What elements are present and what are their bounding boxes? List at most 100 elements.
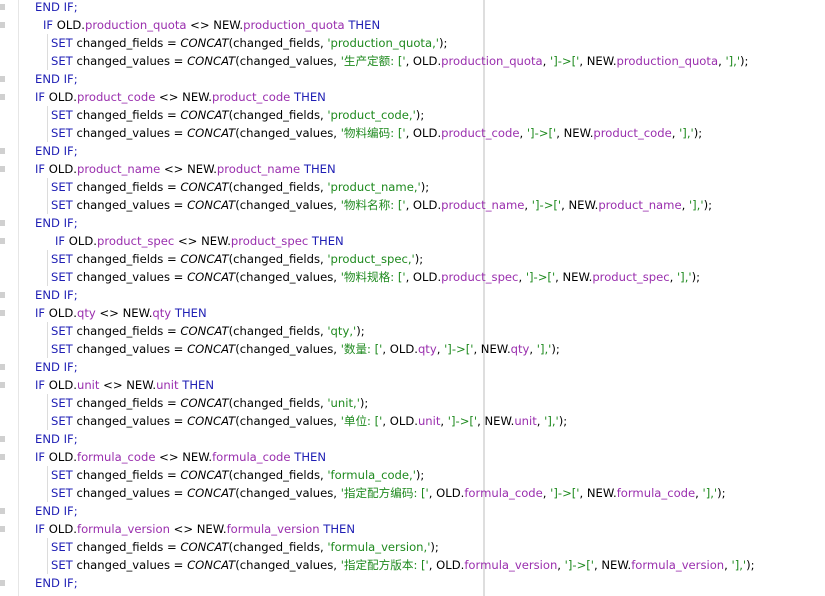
column-name: qty [76,306,96,320]
code-text: OLD. [48,162,77,176]
column-name: product_spec [592,270,670,284]
column-name: product_name [441,198,525,212]
fold-marker-icon[interactable] [0,94,5,100]
code-text: ); [438,36,448,50]
fold-marker-icon[interactable] [0,454,5,460]
code-line[interactable]: END IF; [35,502,78,520]
code-line[interactable]: SET changed_values = CONCAT(changed_valu… [51,340,560,358]
column-name: formula_code [76,450,156,464]
column-name: product_code [441,126,520,140]
code-line[interactable]: SET changed_values = CONCAT(changed_valu… [51,268,700,286]
string-literal: ']->[' [531,198,562,212]
code-text: , [724,558,732,572]
code-line[interactable]: IF OLD.formula_code <> NEW.formula_code … [35,448,326,466]
string-literal: 'production_quota,' [327,36,439,50]
keyword: SET [51,558,77,572]
fold-marker-icon[interactable] [0,148,5,154]
column-name: formula_code [616,486,696,500]
column-name: product_spec [441,270,519,284]
fold-marker-icon[interactable] [0,4,5,10]
code-line[interactable]: END IF; [35,286,78,304]
code-text: ); [558,414,568,428]
code-line[interactable]: IF OLD.qty <> NEW.qty THEN [35,304,207,322]
keyword: END IF; [35,72,78,86]
string-literal: '指定配方版本: [' [340,558,429,572]
code-line[interactable]: SET changed_fields = CONCAT(changed_fiel… [51,250,423,268]
function-name: CONCAT [180,108,229,122]
code-line[interactable]: END IF; [35,574,78,592]
code-line[interactable]: END IF; [35,214,78,232]
fold-marker-icon[interactable] [0,76,5,82]
string-literal: 'formula_code,' [327,468,416,482]
code-text: , [542,54,551,68]
code-line[interactable]: END IF; [35,70,78,88]
fold-marker-icon[interactable] [0,508,5,514]
fold-marker-icon[interactable] [0,364,5,370]
code-line[interactable]: IF OLD.formula_version <> NEW.formula_ve… [35,520,355,538]
string-literal: 'product_name,' [327,180,421,194]
code-line[interactable]: SET changed_values = CONCAT(changed_valu… [51,52,748,70]
code-line[interactable]: IF OLD.product_spec <> NEW.product_spec … [55,232,344,250]
fold-marker-icon[interactable] [0,238,5,244]
code-text: <> NEW. [155,450,213,464]
code-text: (changed_fields, [228,396,328,410]
code-line[interactable]: SET changed_fields = CONCAT(changed_fiel… [51,106,424,124]
code-text: changed_values = [76,198,188,212]
keyword: THEN [178,378,215,392]
column-name: qty [510,342,530,356]
string-literal: '],' [544,414,559,428]
code-line[interactable]: SET changed_values = CONCAT(changed_valu… [51,412,567,430]
fold-marker-icon[interactable] [0,310,5,316]
code-line[interactable]: IF OLD.product_name <> NEW.product_name … [35,160,336,178]
keyword: IF [55,234,69,248]
code-line[interactable]: SET changed_fields = CONCAT(changed_fiel… [51,466,424,484]
fold-marker-icon[interactable] [0,580,5,586]
indent-guide [47,196,48,214]
column-name: production_quota [441,54,543,68]
fold-marker-icon[interactable] [0,166,5,172]
code-line[interactable]: IF OLD.unit <> NEW.unit THEN [35,376,214,394]
indent-guide [47,268,48,286]
code-line[interactable]: IF OLD.product_code <> NEW.product_code … [35,88,326,106]
keyword: SET [51,342,77,356]
code-line[interactable]: SET changed_fields = CONCAT(changed_fiel… [51,34,447,52]
fold-marker-icon[interactable] [0,22,5,28]
column-name: product_code [76,90,156,104]
fold-marker-icon[interactable] [0,220,5,226]
keyword: THEN [319,522,356,536]
code-editor[interactable]: END IF; IF OLD.production_quota <> NEW.pr… [0,0,825,596]
code-text: (changed_values, [235,486,341,500]
code-line[interactable]: SET changed_values = CONCAT(changed_valu… [51,484,726,502]
keyword: END IF; [35,216,78,230]
code-text: changed_fields = [76,324,181,338]
code-line[interactable]: SET changed_fields = CONCAT(changed_fiel… [51,322,365,340]
code-text: ); [420,180,430,194]
keyword: THEN [290,450,327,464]
code-line[interactable]: IF OLD.production_quota <> NEW.productio… [43,16,380,34]
column-name: formula_version [76,522,170,536]
code-text: changed_values = [76,54,188,68]
code-line[interactable]: SET changed_fields = CONCAT(changed_fiel… [51,178,429,196]
fold-marker-icon[interactable] [0,436,5,442]
code-text: <> NEW. [95,306,153,320]
code-line[interactable]: SET changed_values = CONCAT(changed_valu… [51,124,702,142]
keyword: END IF; [35,360,78,374]
code-text: ); [691,270,701,284]
indent-guide [47,340,48,358]
fold-marker-icon[interactable] [0,382,5,388]
code-line[interactable]: END IF; [35,358,78,376]
keyword: SET [51,198,77,212]
indent-guide [47,466,48,484]
column-name: product_spec [230,234,309,248]
code-line[interactable]: END IF; [35,430,78,448]
code-line[interactable]: SET changed_fields = CONCAT(changed_fiel… [51,394,368,412]
code-line[interactable]: END IF; [35,142,78,160]
code-text: (changed_values, [235,126,341,140]
fold-marker-icon[interactable] [0,526,5,532]
code-line[interactable]: SET changed_values = CONCAT(changed_valu… [51,196,712,214]
keyword: SET [51,180,77,194]
fold-marker-icon[interactable] [0,292,5,298]
code-line[interactable]: SET changed_values = CONCAT(changed_valu… [51,556,755,574]
code-line[interactable]: END IF; [35,0,78,16]
code-line[interactable]: SET changed_fields = CONCAT(changed_fiel… [51,538,439,556]
